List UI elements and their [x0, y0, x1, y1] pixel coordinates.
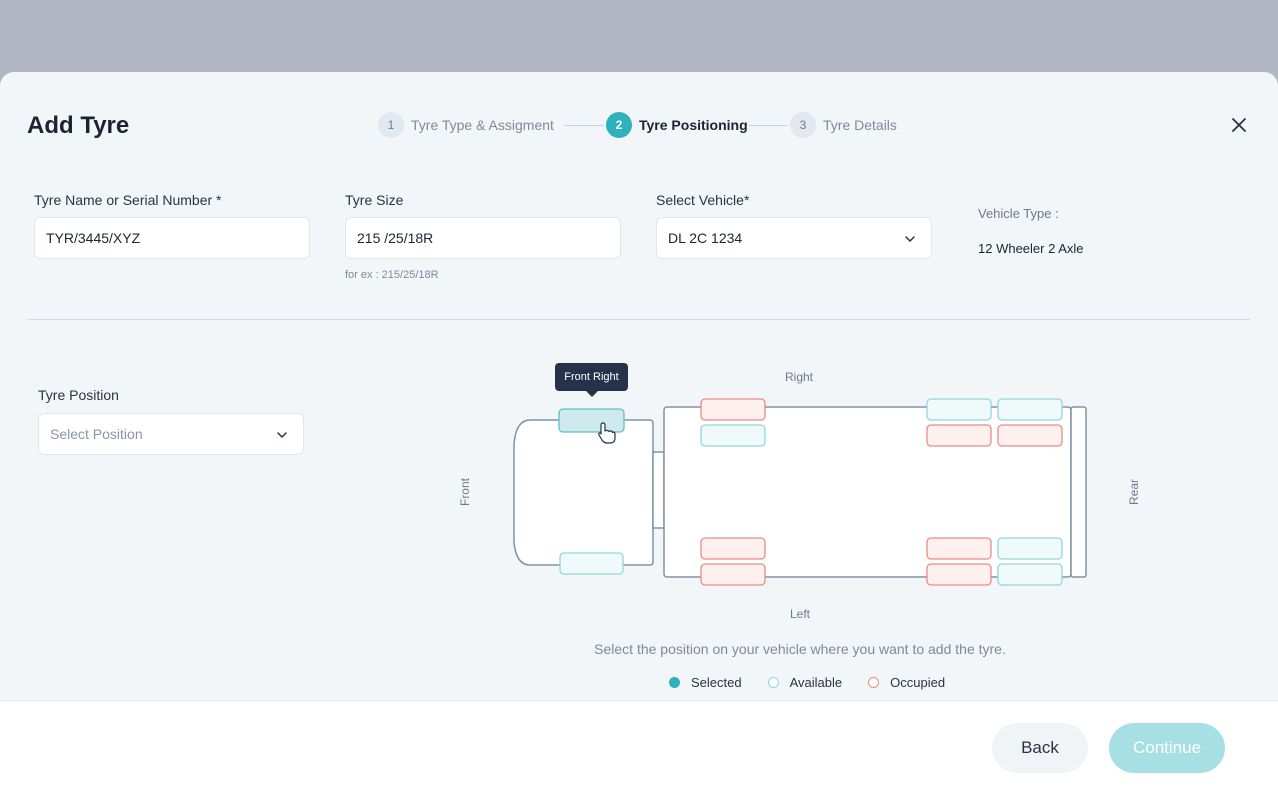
add-tyre-modal: Add Tyre 1 Tyre Type & Assigment 2 Tyre … — [0, 72, 1278, 800]
tyre-axle1-right-inner[interactable] — [700, 424, 766, 447]
label-front: Front — [458, 478, 472, 507]
occupied-dot-icon — [868, 677, 880, 688]
tyre-axle3-right-outer[interactable] — [997, 398, 1063, 421]
legend-selected-label: Selected — [691, 675, 742, 690]
trailer-rear-bumper — [1070, 406, 1087, 578]
tyre-front-left[interactable] — [559, 552, 624, 575]
tyre-axle3-left-inner[interactable] — [997, 537, 1063, 560]
tyre-axle2-left-inner[interactable] — [926, 537, 992, 560]
back-button[interactable]: Back — [992, 723, 1088, 773]
available-dot-icon — [767, 677, 779, 688]
helper-text: Select the position on your vehicle wher… — [594, 641, 1006, 657]
legend-selected: Selected — [669, 675, 742, 690]
tyre-tooltip: Front Right — [555, 363, 628, 397]
tyre-axle3-left-outer[interactable] — [997, 563, 1063, 586]
legend-available: Available — [767, 675, 843, 690]
tyre-axle1-left-outer[interactable] — [700, 563, 766, 586]
legend-occupied-label: Occupied — [890, 675, 946, 690]
cab-connector — [652, 451, 665, 529]
legend-occupied: Occupied — [868, 675, 945, 690]
tyre-axle3-right-inner[interactable] — [997, 424, 1063, 447]
tyre-axle2-left-outer[interactable] — [926, 563, 992, 586]
continue-button[interactable]: Continue — [1109, 723, 1225, 773]
label-left: Left — [790, 607, 811, 621]
tyre-axle1-left-inner[interactable] — [700, 537, 766, 560]
selected-dot-icon — [669, 677, 680, 688]
legend-available-label: Available — [789, 675, 843, 690]
tyre-axle2-right-outer[interactable] — [926, 398, 992, 421]
legend: Selected Available Occupied — [669, 675, 971, 690]
modal-footer: Back Continue — [0, 700, 1278, 800]
cab-outline — [513, 419, 654, 566]
tyre-front-right-selected[interactable] — [558, 408, 625, 433]
label-rear: Rear — [1127, 479, 1141, 506]
tyre-axle1-right-outer[interactable] — [700, 398, 766, 421]
vehicle-diagram — [513, 398, 1087, 586]
tyre-axle2-right-inner[interactable] — [926, 424, 992, 447]
label-right: Right — [785, 370, 814, 384]
